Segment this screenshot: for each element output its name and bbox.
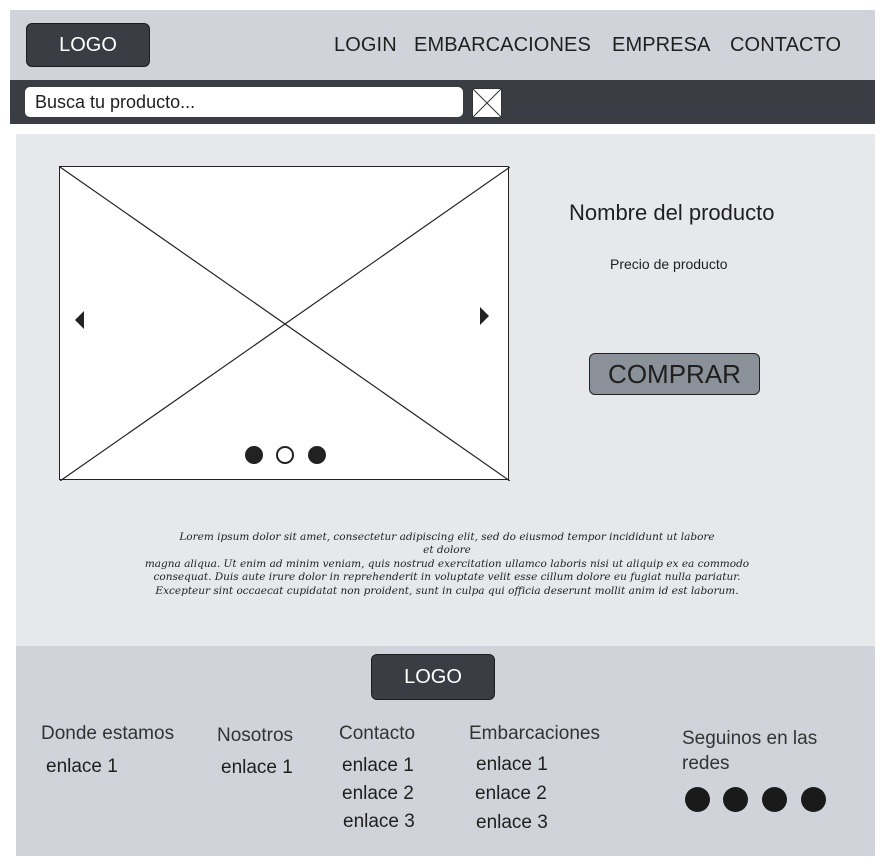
social-icon[interactable] [762, 787, 787, 812]
nav-contacto[interactable]: CONTACTO [730, 34, 841, 57]
carousel-next-icon[interactable] [480, 307, 489, 325]
buy-button[interactable]: COMPRAR [589, 353, 760, 395]
footer-col-title-embarcaciones: Embarcaciones [469, 723, 600, 744]
footer-link[interactable]: enlace 3 [343, 811, 415, 833]
footer-link[interactable]: enlace 1 [46, 756, 118, 778]
description-line: consequat. Duis aute irure dolor in repr… [153, 571, 741, 584]
description-line: Lorem ipsum dolor sit amet, consectetur … [179, 531, 715, 543]
description-line: et dolore [423, 544, 471, 557]
header: LOGO LOGIN EMBARCACIONES EMPRESA CONTACT… [10, 10, 875, 80]
search-icon[interactable] [472, 88, 502, 118]
description-line: magna aliqua. Ut enim ad minim veniam, q… [144, 557, 750, 570]
carousel-prev-icon[interactable] [75, 311, 84, 329]
footer-col-title-donde-estamos: Donde estamos [41, 723, 175, 744]
search-input[interactable] [25, 87, 463, 117]
footer-col-title-contacto: Contacto [339, 723, 416, 744]
footer: LOGO Donde estamos enlace 1 Nosotros enl… [16, 646, 875, 856]
footer-link[interactable]: enlace 1 [342, 755, 414, 777]
carousel-dot-active[interactable] [276, 446, 294, 464]
social-icon[interactable] [723, 787, 748, 812]
nav-embarcaciones[interactable]: EMBARCACIONES [414, 34, 591, 57]
carousel-dot[interactable] [245, 446, 263, 464]
footer-link[interactable]: enlace 1 [221, 757, 293, 779]
footer-link[interactable]: enlace 1 [476, 754, 548, 776]
footer-col-title-nosotros: Nosotros [217, 725, 294, 746]
product-price: Precio de producto [610, 256, 728, 272]
image-placeholder-icon [60, 167, 510, 481]
product-section: Nombre del producto Precio de producto C… [16, 134, 875, 646]
social-icon[interactable] [801, 787, 826, 812]
product-description: Lorem ipsum dolor sit amet, consectetur … [38, 531, 856, 598]
product-name: Nombre del producto [569, 200, 775, 225]
social-title: Seguinos en las redes [682, 728, 818, 774]
footer-link[interactable]: enlace 2 [475, 783, 547, 805]
nav-login[interactable]: LOGIN [334, 34, 397, 57]
carousel-dot[interactable] [308, 446, 326, 464]
search-bar [10, 80, 875, 124]
footer-link[interactable]: enlace 3 [476, 812, 548, 834]
footer-link[interactable]: enlace 2 [342, 783, 414, 805]
nav-empresa[interactable]: EMPRESA [612, 34, 711, 57]
description-line: Excepteur sint occaecat cupidatat non pr… [155, 584, 739, 597]
social-icon[interactable] [685, 787, 710, 812]
product-image-carousel [59, 166, 510, 481]
logo[interactable]: LOGO [26, 23, 150, 67]
footer-logo[interactable]: LOGO [371, 654, 495, 700]
